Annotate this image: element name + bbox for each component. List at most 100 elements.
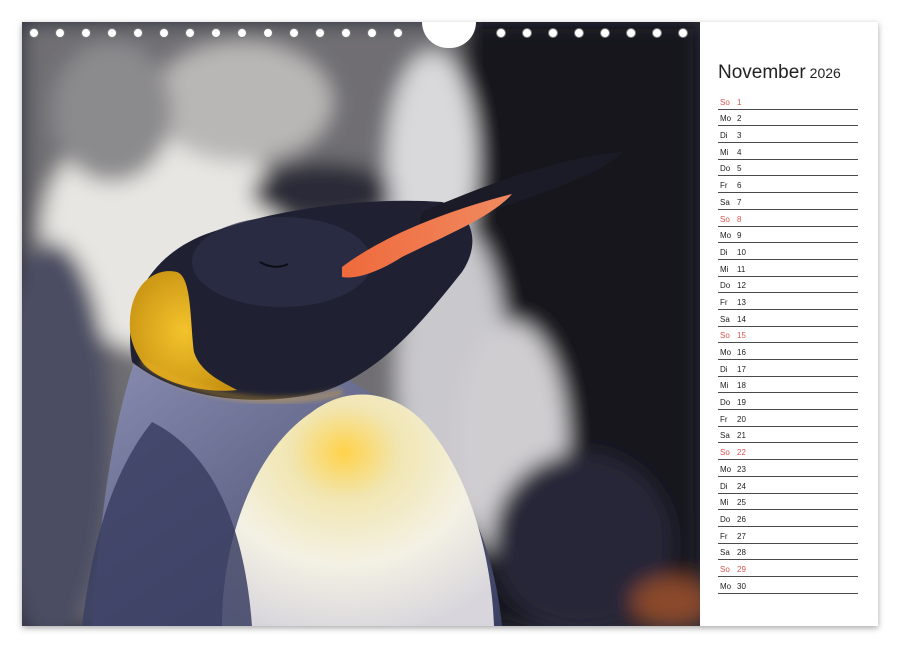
weekday-label: Sa [720,548,730,558]
weekday-label: Mo [720,464,732,474]
day-number: 27 [737,531,746,541]
weekday-label: Do [720,514,731,524]
day-row: Fr 20 [718,410,858,427]
day-number: 12 [737,281,746,291]
day-number: 6 [737,181,742,191]
day-number: 3 [737,131,742,141]
day-row: Di 24 [718,477,858,494]
day-number: 18 [737,381,746,391]
weekday-label: Fr [720,414,728,424]
binding-hole [81,28,91,38]
binding-hole [678,28,688,38]
day-row: Mi 25 [718,494,858,511]
binding-hole [367,28,377,38]
weekday-label: Mo [720,114,732,124]
binding-hole [289,28,299,38]
day-number: 5 [737,164,742,174]
day-number: 13 [737,297,746,307]
day-row: Mo 23 [718,460,858,477]
day-number: 25 [737,498,746,508]
day-row: Mo 9 [718,227,858,244]
binding-hole [600,28,610,38]
month-heading: November 2026 [718,62,841,84]
month-name: November [718,62,806,83]
binding-hole [29,28,39,38]
day-number: 22 [737,448,746,458]
penguin-image [22,22,700,626]
day-row: Sa 21 [718,427,858,444]
day-row: Mo 2 [718,110,858,127]
day-row: Sa 28 [718,544,858,561]
weekday-label: Mo [720,231,732,241]
binding-hole [522,28,532,38]
day-row: Mi 11 [718,260,858,277]
binding-hole [548,28,558,38]
month-year: 2026 [809,65,841,81]
weekday-label: Di [720,364,728,374]
day-row: Mo 16 [718,343,858,360]
binding-hole [55,28,65,38]
day-row: So 29 [718,560,858,577]
weekday-label: Mi [720,147,729,157]
day-number: 4 [737,147,742,157]
binding-hole [315,28,325,38]
day-row: Mi 18 [718,377,858,394]
day-row: Do 5 [718,160,858,177]
weekday-label: Mi [720,498,729,508]
binding-hole [107,28,117,38]
day-row: Do 19 [718,393,858,411]
weekday-label: Fr [720,297,728,307]
weekday-label: Mi [720,264,729,274]
calendar-page: November 2026 So 1 Mo 2 Di 3 Mi 4 Do 5 Fr 6 Sa 7 So 8 Mo 9… [22,22,878,626]
day-row: Di 10 [718,243,858,260]
binding-hole [159,28,169,38]
binding-hole [133,28,143,38]
binding-hole [237,28,247,38]
weekday-label: Sa [720,314,730,324]
binding-hole [263,28,273,38]
day-number: 16 [737,348,746,357]
day-row: So 1 [718,93,858,110]
day-number: 29 [737,564,746,574]
day-row: So 15 [718,327,858,344]
weekday-label: So [720,214,730,224]
day-row: Sa 7 [718,193,858,210]
weekday-label: So [720,97,730,107]
weekday-label: Mo [720,581,732,591]
binding-hole [185,28,195,38]
day-row: Do 26 [718,510,858,527]
day-number: 20 [737,414,746,424]
weekday-label: Mo [720,348,732,357]
day-number: 7 [737,197,742,207]
weekday-label: Do [720,398,731,408]
binding-hole [574,28,584,38]
weekday-label: So [720,564,730,574]
binding-hole [393,28,403,38]
weekday-label: Di [720,247,728,257]
day-row: Di 3 [718,126,858,144]
day-row: Fr 6 [718,176,858,194]
day-number: 23 [737,464,746,474]
day-number: 28 [737,548,746,558]
day-row: Di 17 [718,360,858,377]
hanger-cutout [422,22,476,48]
day-number: 19 [737,398,746,408]
weekday-label: So [720,448,730,458]
day-number: 9 [737,231,742,241]
day-row: Mo 30 [718,577,858,594]
day-number: 17 [737,364,746,374]
binding-hole [211,28,221,38]
day-number: 24 [737,481,746,491]
day-number: 15 [737,331,746,341]
day-row: So 8 [718,210,858,227]
binding-hole [496,28,506,38]
day-list: So 1 Mo 2 Di 3 Mi 4 Do 5 Fr 6 Sa 7 So 8 Mo 9 Di 10 Mi 11 Do 12 F… [718,93,858,594]
weekday-label: Di [720,481,728,491]
day-number: 14 [737,314,746,324]
day-row: Fr 27 [718,527,858,544]
binding-hole [652,28,662,38]
day-number: 2 [737,114,742,124]
weekday-label: Di [720,131,728,141]
day-number: 1 [737,97,742,107]
weekday-label: Sa [720,197,730,207]
